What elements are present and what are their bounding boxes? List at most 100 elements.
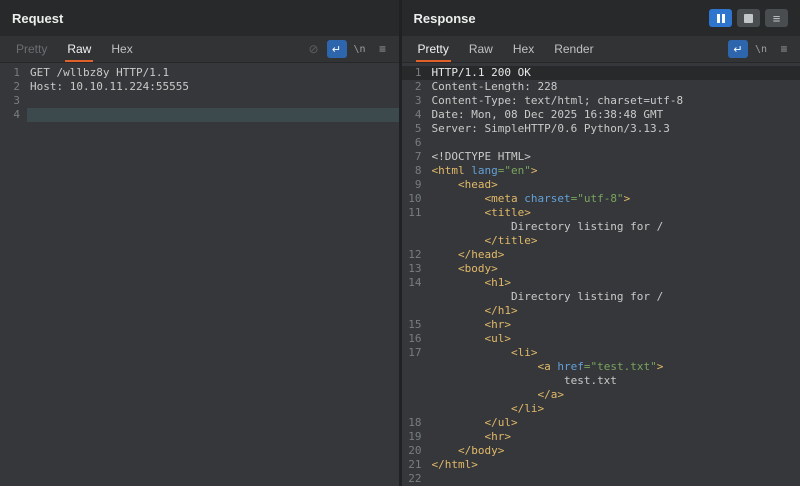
line-number: 7 xyxy=(402,150,429,164)
nonprintable-toggle-icon[interactable]: ⊘ xyxy=(304,40,324,58)
line-number: 2 xyxy=(402,80,429,94)
line-number xyxy=(402,304,429,318)
response-panel: Response ≡ Pretty Raw Hex Render ↵ \n xyxy=(402,0,800,486)
line-number: 21 xyxy=(402,458,429,472)
response-tabbar-spacer xyxy=(604,36,725,62)
soft-wrap-toggle-icon[interactable]: ↵ xyxy=(728,40,748,58)
code-line[interactable]: Directory listing for / xyxy=(402,290,800,304)
code-text: <hr> xyxy=(429,430,800,444)
code-line[interactable]: 2Host: 10.10.11.224:55555 xyxy=(0,80,399,94)
code-line[interactable]: 16 <ul> xyxy=(402,332,800,346)
code-line[interactable]: </h1> xyxy=(402,304,800,318)
code-text: <html lang="en"> xyxy=(429,164,800,178)
code-line[interactable]: 10 <meta charset="utf-8"> xyxy=(402,192,800,206)
code-text: test.txt xyxy=(429,374,800,388)
line-number: 19 xyxy=(402,430,429,444)
code-text: <!DOCTYPE HTML> xyxy=(429,150,800,164)
code-line[interactable]: 3 xyxy=(0,94,399,108)
request-header: Request xyxy=(0,0,399,36)
code-line[interactable]: 8<html lang="en"> xyxy=(402,164,800,178)
code-line[interactable]: </a> xyxy=(402,388,800,402)
request-tab-pretty[interactable]: Pretty xyxy=(6,36,57,62)
line-number xyxy=(402,360,429,374)
code-line[interactable]: 22 xyxy=(402,472,800,486)
code-line[interactable]: 15 <hr> xyxy=(402,318,800,332)
code-line[interactable]: 6 xyxy=(402,136,800,150)
code-text: </body> xyxy=(429,444,800,458)
view-menu-button[interactable]: ≡ xyxy=(765,9,788,27)
line-number: 16 xyxy=(402,332,429,346)
code-text: </a> xyxy=(429,388,800,402)
code-line[interactable]: 11 <title> xyxy=(402,206,800,220)
code-line[interactable]: 4Date: Mon, 08 Dec 2025 16:38:48 GMT xyxy=(402,108,800,122)
code-line[interactable]: 17 <li> xyxy=(402,346,800,360)
line-number: 14 xyxy=(402,276,429,290)
code-text: </ul> xyxy=(429,416,800,430)
code-line[interactable]: 1HTTP/1.1 200 OK xyxy=(402,66,800,80)
line-number: 9 xyxy=(402,178,429,192)
line-number: 10 xyxy=(402,192,429,206)
request-tab-hex[interactable]: Hex xyxy=(101,36,142,62)
request-tabbar: Pretty Raw Hex ⊘ ↵ \n ≡ xyxy=(0,36,399,63)
line-number: 17 xyxy=(402,346,429,360)
request-title: Request xyxy=(12,11,63,26)
editor-menu-icon[interactable]: ≡ xyxy=(373,40,393,58)
code-text xyxy=(27,108,399,122)
menu-lines-icon: ≡ xyxy=(773,12,781,25)
pause-capture-button[interactable] xyxy=(709,9,732,27)
code-text: GET /wllbz8y HTTP/1.1 xyxy=(27,66,399,80)
request-tab-raw[interactable]: Raw xyxy=(57,36,101,62)
line-number xyxy=(402,388,429,402)
code-line[interactable]: </title> xyxy=(402,234,800,248)
code-text: <a href="test.txt"> xyxy=(429,360,800,374)
line-number: 15 xyxy=(402,318,429,332)
line-number xyxy=(402,374,429,388)
code-line[interactable]: Directory listing for / xyxy=(402,220,800,234)
code-line[interactable]: <a href="test.txt"> xyxy=(402,360,800,374)
code-line[interactable]: 14 <h1> xyxy=(402,276,800,290)
code-line[interactable]: 7<!DOCTYPE HTML> xyxy=(402,150,800,164)
line-number xyxy=(402,402,429,416)
code-line[interactable]: 20 </body> xyxy=(402,444,800,458)
line-number: 3 xyxy=(0,94,27,108)
code-text: </title> xyxy=(429,234,800,248)
code-text: </h1> xyxy=(429,304,800,318)
line-number: 13 xyxy=(402,262,429,276)
response-tab-raw[interactable]: Raw xyxy=(459,36,503,62)
newline-display-toggle-icon[interactable]: \n xyxy=(751,40,771,58)
line-number xyxy=(402,234,429,248)
line-number: 20 xyxy=(402,444,429,458)
code-line[interactable]: 12 </head> xyxy=(402,248,800,262)
response-tab-render[interactable]: Render xyxy=(544,36,603,62)
code-line[interactable]: 2Content-Length: 228 xyxy=(402,80,800,94)
code-text: </html> xyxy=(429,458,800,472)
code-line[interactable]: 21</html> xyxy=(402,458,800,472)
line-number: 22 xyxy=(402,472,429,486)
code-line[interactable]: </li> xyxy=(402,402,800,416)
line-number: 12 xyxy=(402,248,429,262)
code-line[interactable]: 18 </ul> xyxy=(402,416,800,430)
code-text: <body> xyxy=(429,262,800,276)
response-editor[interactable]: 1HTTP/1.1 200 OK2Content-Length: 2283Con… xyxy=(402,63,800,486)
request-editor[interactable]: 1GET /wllbz8y HTTP/1.12Host: 10.10.11.22… xyxy=(0,63,399,486)
soft-wrap-toggle-icon[interactable]: ↵ xyxy=(327,40,347,58)
request-tabbar-spacer xyxy=(143,36,301,62)
response-tab-hex[interactable]: Hex xyxy=(503,36,544,62)
code-line[interactable]: 1GET /wllbz8y HTTP/1.1 xyxy=(0,66,399,80)
code-line[interactable]: 13 <body> xyxy=(402,262,800,276)
code-text: Content-Length: 228 xyxy=(429,80,800,94)
line-number: 4 xyxy=(402,108,429,122)
editor-menu-icon[interactable]: ≡ xyxy=(774,40,794,58)
code-text: Directory listing for / xyxy=(429,220,800,234)
code-line[interactable]: 9 <head> xyxy=(402,178,800,192)
code-line[interactable]: 19 <hr> xyxy=(402,430,800,444)
code-line[interactable]: 5Server: SimpleHTTP/0.6 Python/3.13.3 xyxy=(402,122,800,136)
layout-toggle-button[interactable] xyxy=(737,9,760,27)
code-line[interactable]: 4 xyxy=(0,108,399,122)
line-number: 5 xyxy=(402,122,429,136)
newline-display-toggle-icon[interactable]: \n xyxy=(350,40,370,58)
response-tab-pretty[interactable]: Pretty xyxy=(408,36,459,62)
code-text xyxy=(429,136,800,150)
code-line[interactable]: test.txt xyxy=(402,374,800,388)
code-line[interactable]: 3Content-Type: text/html; charset=utf-8 xyxy=(402,94,800,108)
